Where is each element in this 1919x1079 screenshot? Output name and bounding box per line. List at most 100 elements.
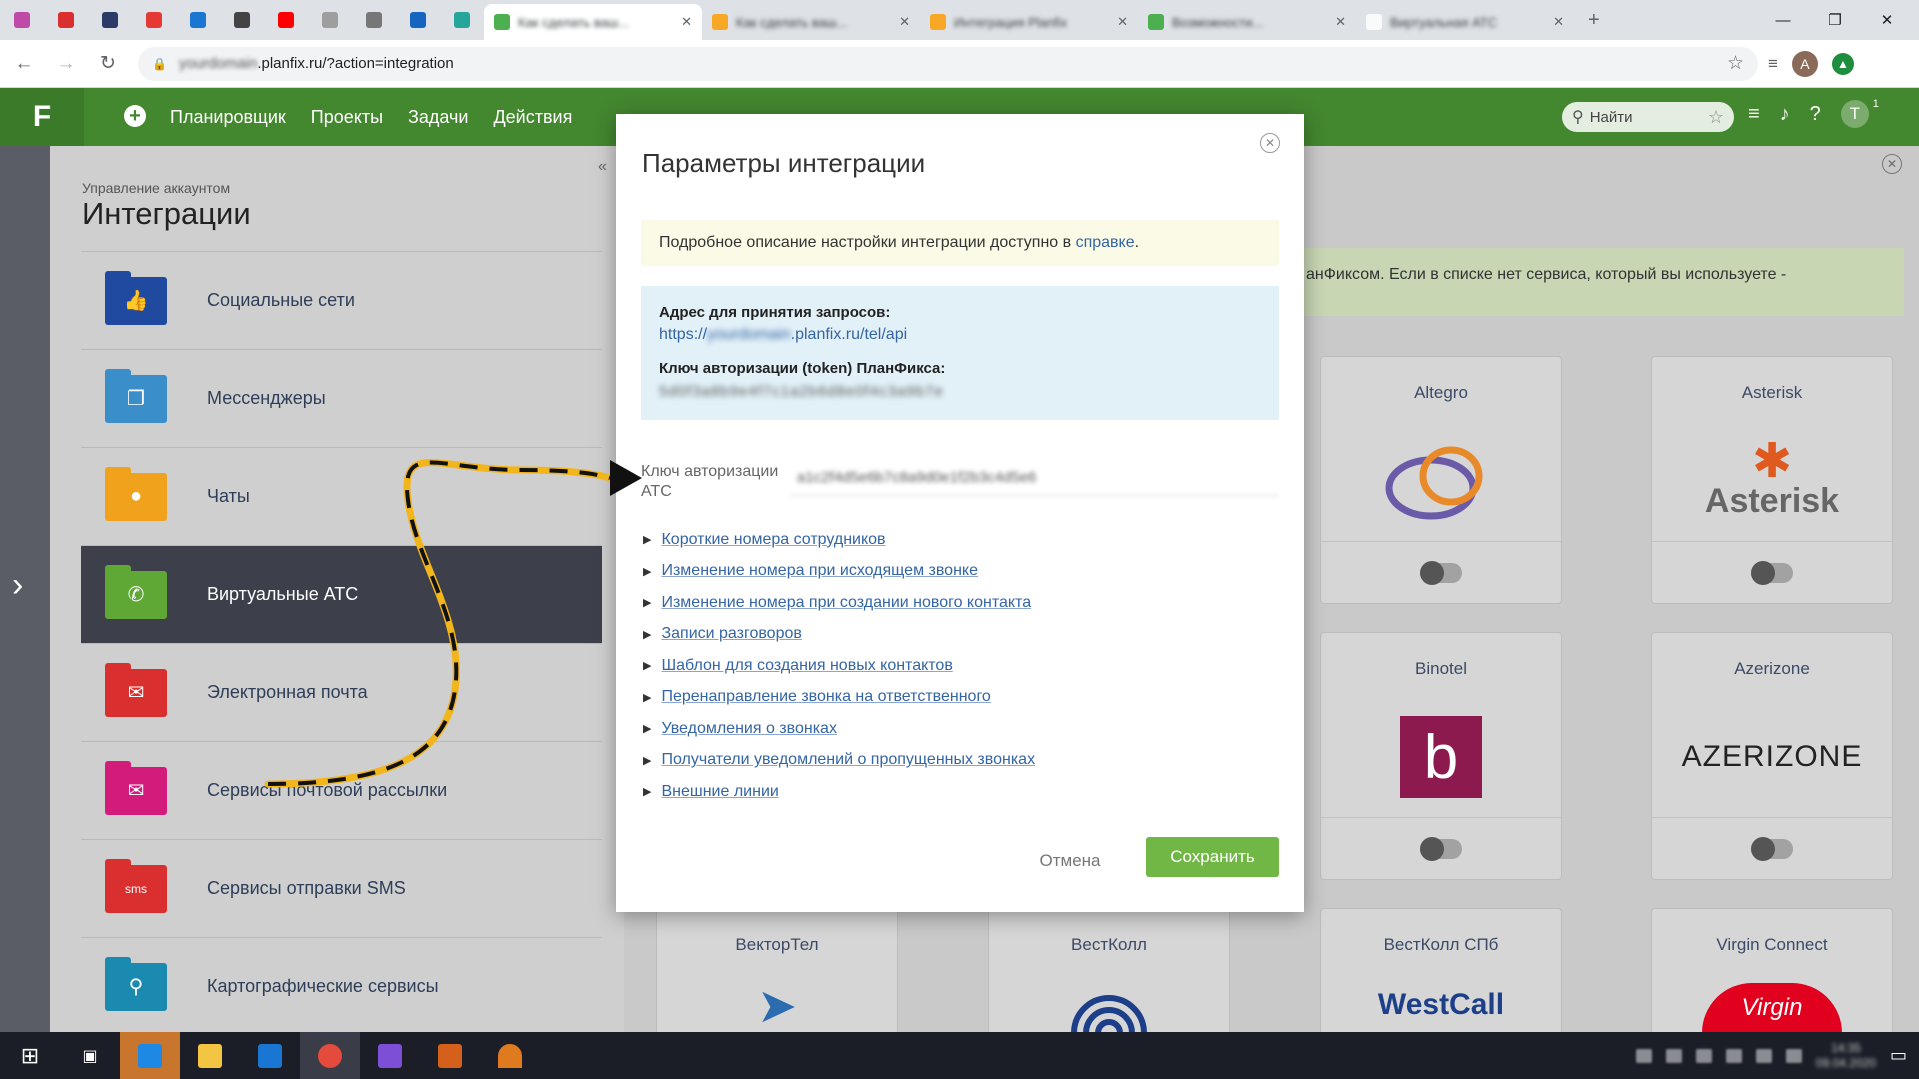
integration-card-azerizone[interactable]: Azerizone AZERIZONE	[1651, 632, 1893, 880]
section-redirect-call[interactable]: ▶ Перенаправление звонка на ответственног…	[643, 682, 1035, 714]
pinned-tab-icon[interactable]	[366, 12, 382, 28]
pinned-tab-icon[interactable]	[58, 12, 74, 28]
browser-tab[interactable]: Возможности... ✕	[1138, 4, 1356, 40]
browser-tab[interactable]: Как сделать ваш... ✕	[702, 4, 920, 40]
section-link[interactable]: Короткие номера сотрудников	[661, 531, 885, 549]
pinned-tab-icon[interactable]	[146, 12, 162, 28]
section-new-contact-number[interactable]: ▶ Изменение номера при создании нового ко…	[643, 587, 1035, 619]
section-link[interactable]: Получатели уведомлений о пропущенных зво…	[661, 751, 1035, 769]
section-link[interactable]: Уведомления о звонках	[661, 720, 836, 738]
back-arrow-icon[interactable]: ←	[6, 46, 42, 82]
pinned-tab-icon[interactable]	[234, 12, 250, 28]
collapse-arrow-icon[interactable]: «	[598, 158, 607, 176]
user-avatar[interactable]: T	[1840, 100, 1869, 128]
category-email[interactable]: ✉ Электронная почта	[81, 643, 602, 741]
profile-avatar[interactable]: A	[1791, 50, 1818, 77]
tray-icon[interactable]	[1665, 1048, 1682, 1063]
integration-card-virgin-connect[interactable]: Virgin Connect Virgin	[1651, 908, 1893, 1033]
close-icon[interactable]: ✕	[1882, 154, 1902, 174]
category-messengers[interactable]: ❐ Мессенджеры	[81, 349, 602, 447]
section-link[interactable]: Изменение номера при создании нового кон…	[661, 594, 1031, 612]
maximize-icon[interactable]: ❐	[1812, 0, 1858, 40]
close-icon[interactable]: ✕	[681, 14, 692, 30]
close-icon[interactable]: ✕	[899, 14, 910, 30]
clock[interactable]: 14:35 09.04.2020	[1816, 1041, 1876, 1071]
pinned-tab-icon[interactable]	[14, 12, 30, 28]
taskbar-app-explorer[interactable]	[180, 1032, 240, 1079]
integration-toggle[interactable]	[1751, 561, 1793, 585]
tray-icon[interactable]	[1785, 1048, 1802, 1063]
close-icon[interactable]: ✕	[1335, 14, 1346, 30]
cancel-button[interactable]: Отмена	[1020, 843, 1120, 879]
windows-start-icon[interactable]: ⊞	[0, 1032, 60, 1079]
browser-tab-active[interactable]: Как сделать ваш... ✕	[484, 4, 702, 40]
section-external-lines[interactable]: ▶ Внешние линии	[643, 776, 1035, 808]
section-call-recordings[interactable]: ▶ Записи разговоров	[643, 619, 1035, 651]
pinned-tab-icon[interactable]	[322, 12, 338, 28]
add-plus-icon[interactable]: +	[124, 105, 146, 127]
section-link[interactable]: Записи разговоров	[661, 625, 801, 643]
pinned-tab-icon[interactable]	[454, 12, 470, 28]
notification-bell-icon[interactable]: ♪	[1780, 103, 1790, 126]
minimize-icon[interactable]: —	[1760, 0, 1806, 40]
integration-toggle[interactable]	[1420, 561, 1462, 585]
url-input[interactable]: 🔒 yourdomain .planfix.ru/?action=integra…	[138, 46, 1758, 81]
integration-toggle[interactable]	[1420, 837, 1462, 861]
tray-icon[interactable]	[1635, 1048, 1652, 1063]
notifications-icon[interactable]: ▭	[1890, 1045, 1907, 1066]
close-icon[interactable]: ✕	[1117, 14, 1128, 30]
pinned-tab-icon[interactable]	[278, 12, 294, 28]
browser-tab[interactable]: Виртуальная АТС ✕	[1356, 4, 1574, 40]
help-icon[interactable]: ?	[1810, 103, 1821, 126]
section-missed-call-recipients[interactable]: ▶ Получатели уведомлений о пропущенных зв…	[643, 745, 1035, 777]
tray-icon[interactable]	[1695, 1048, 1712, 1063]
nav-projects[interactable]: Проекты	[311, 107, 383, 128]
taskbar-app-skype[interactable]	[120, 1032, 180, 1079]
section-outgoing-number[interactable]: ▶ Изменение номера при исходящем звонке	[643, 556, 1035, 588]
taskbar-app-headphones[interactable]	[480, 1032, 540, 1079]
pinned-tab-icon[interactable]	[102, 12, 118, 28]
integration-card-westcall[interactable]: ВестКолл	[988, 908, 1230, 1033]
menu-icon[interactable]: ≡	[1748, 103, 1760, 126]
nav-tasks[interactable]: Задачи	[408, 107, 468, 128]
category-virtual-pbx[interactable]: ✆ Виртуальные АТС	[81, 545, 602, 643]
reload-icon[interactable]: ↻	[90, 46, 126, 82]
forward-arrow-icon[interactable]: →	[48, 46, 84, 82]
category-social[interactable]: 👍 Социальные сети	[81, 251, 602, 349]
nav-actions[interactable]: Действия	[493, 107, 572, 128]
help-link[interactable]: справке	[1076, 234, 1135, 251]
close-icon[interactable]: ✕	[1553, 14, 1564, 30]
task-view-icon[interactable]: ▣	[60, 1032, 120, 1079]
section-contact-template[interactable]: ▶ Шаблон для создания новых контактов	[643, 650, 1035, 682]
new-tab-plus-icon[interactable]: +	[1588, 9, 1600, 32]
token-value[interactable]: 5d0f3a8b9e4f7c1a2b6d8e0f4c3a9b7e	[659, 383, 1261, 400]
pbx-key-input[interactable]	[791, 460, 1279, 496]
window-close-icon[interactable]: ✕	[1864, 0, 1910, 40]
header-search-input[interactable]: ⚲ Найти ☆	[1562, 102, 1734, 132]
taskbar-app-edge[interactable]	[240, 1032, 300, 1079]
integration-toggle[interactable]	[1751, 837, 1793, 861]
breadcrumb[interactable]: Управление аккаунтом	[82, 180, 230, 196]
nav-planner[interactable]: Планировщик	[170, 107, 286, 128]
section-link[interactable]: Шаблон для создания новых контактов	[661, 657, 952, 675]
media-control-icon[interactable]: ≡	[1768, 54, 1778, 74]
integration-card-westcall-spb[interactable]: ВестКолл СПб WestCall	[1320, 908, 1562, 1032]
taskbar-app-chrome[interactable]	[300, 1032, 360, 1079]
category-maps[interactable]: ⚲ Картографические сервисы	[81, 937, 602, 1035]
integration-card-vektortel[interactable]: ВекторТел ➤	[656, 908, 898, 1033]
section-link[interactable]: Внешние линии	[661, 783, 778, 801]
bookmark-star-icon[interactable]: ☆	[1727, 52, 1744, 75]
pinned-tab-icon[interactable]	[410, 12, 426, 28]
section-call-notifications[interactable]: ▶ Уведомления о звонках	[643, 713, 1035, 745]
planfix-logo-icon[interactable]: F	[0, 88, 84, 146]
integration-card-altegro[interactable]: Altegro	[1320, 356, 1562, 604]
chevron-right-icon[interactable]: ›	[12, 566, 23, 605]
save-button[interactable]: Сохранить	[1146, 837, 1279, 877]
close-icon[interactable]: ✕	[1260, 133, 1280, 153]
category-chats[interactable]: ● Чаты	[81, 447, 602, 545]
category-newsletter[interactable]: ✉ Сервисы почтовой рассылки	[81, 741, 602, 839]
section-link[interactable]: Изменение номера при исходящем звонке	[661, 562, 978, 580]
extension-icon[interactable]: ▲	[1831, 52, 1854, 75]
integration-card-asterisk[interactable]: Asterisk ✱ Asterisk	[1651, 356, 1893, 604]
section-short-numbers[interactable]: ▶ Короткие номера сотрудников	[643, 524, 1035, 556]
